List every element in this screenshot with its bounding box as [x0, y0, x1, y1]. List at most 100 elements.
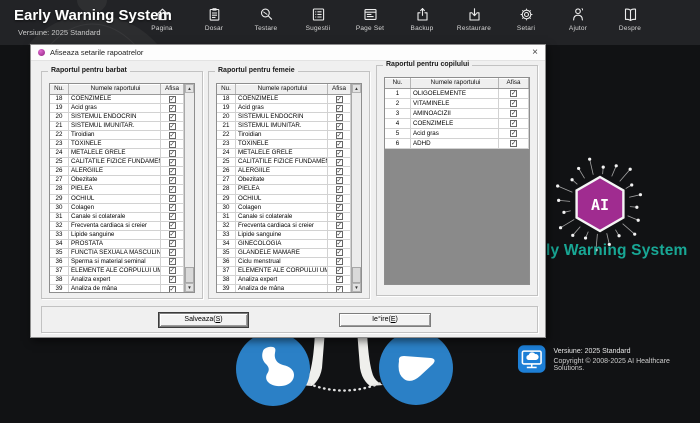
show-checkbox[interactable]: ✓ [336, 105, 343, 112]
show-checkbox[interactable]: ✓ [169, 105, 176, 112]
close-icon[interactable]: × [532, 48, 538, 58]
show-checkbox[interactable]: ✓ [336, 96, 343, 103]
dialog-titlebar[interactable]: Afiseaza setarile rapoatrelor × [31, 45, 545, 61]
show-checkbox[interactable]: ✓ [336, 186, 343, 193]
table-row[interactable]: 28PIELEA✓ [217, 185, 351, 194]
table-row[interactable]: 3AMINOACIZII✓ [385, 109, 529, 119]
toolbar-button-restaurare[interactable]: Restaurare [448, 6, 500, 32]
table-row[interactable]: 37ELEMENTE ALE CORPULUI UMAN✓ [217, 267, 351, 276]
show-checkbox[interactable]: ✓ [336, 123, 343, 130]
table-row[interactable]: 36Sperma si material seminal✓ [50, 258, 184, 267]
table-row[interactable]: 33Lipide sanguine✓ [217, 231, 351, 240]
table-row[interactable]: 27Obezitate✓ [50, 176, 184, 185]
save-button[interactable]: Salveaza(S) [159, 313, 248, 327]
table-row[interactable]: 29OCHIUL✓ [217, 195, 351, 204]
table-row[interactable]: 5Acid gras✓ [385, 129, 529, 139]
show-checkbox[interactable]: ✓ [336, 258, 343, 265]
table-row[interactable]: 23TOXINELE✓ [217, 140, 351, 149]
show-checkbox[interactable]: ✓ [510, 130, 517, 137]
show-checkbox[interactable]: ✓ [510, 140, 517, 147]
scroll-up-icon[interactable]: ▲ [352, 84, 361, 93]
table-row[interactable]: 39Analiza de mâna✓ [50, 285, 184, 292]
show-checkbox[interactable]: ✓ [169, 231, 176, 238]
show-checkbox[interactable]: ✓ [510, 100, 517, 107]
table-row[interactable]: 19Acid gras✓ [217, 104, 351, 113]
show-checkbox[interactable]: ✓ [169, 213, 176, 220]
toolbar-button-sugestii[interactable]: Sugestii [292, 6, 344, 32]
vertical-scrollbar[interactable]: ▲ ▼ [184, 84, 194, 292]
table-row[interactable]: 30Colagen✓ [217, 204, 351, 213]
show-checkbox[interactable]: ✓ [169, 267, 176, 274]
table-row[interactable]: 23TOXINELE✓ [50, 140, 184, 149]
table-row[interactable]: 38Analiza expert✓ [217, 276, 351, 285]
toolbar-button-ajutor[interactable]: Ajutor [552, 6, 604, 32]
show-checkbox[interactable]: ✓ [169, 123, 176, 130]
show-checkbox[interactable]: ✓ [336, 195, 343, 202]
show-checkbox[interactable]: ✓ [169, 222, 176, 229]
table-row[interactable]: 22Tiroidian✓ [217, 131, 351, 140]
show-checkbox[interactable]: ✓ [336, 204, 343, 211]
show-checkbox[interactable]: ✓ [169, 132, 176, 139]
show-checkbox[interactable]: ✓ [336, 168, 343, 175]
table-row[interactable]: 21SISTEMUL IMUNITAR.✓ [217, 122, 351, 131]
show-checkbox[interactable]: ✓ [169, 186, 176, 193]
show-checkbox[interactable]: ✓ [169, 141, 176, 148]
toolbar-button-pagina[interactable]: Pagina [136, 6, 188, 32]
show-checkbox[interactable]: ✓ [336, 240, 343, 247]
vertical-scrollbar[interactable]: ▲ ▼ [351, 84, 361, 292]
show-checkbox[interactable]: ✓ [169, 168, 176, 175]
toolbar-button-setari[interactable]: Setari [500, 6, 552, 32]
table-row[interactable]: 29OCHIUL✓ [50, 195, 184, 204]
table-row[interactable]: 32Frecventa cardiaca si creier✓ [50, 222, 184, 231]
show-checkbox[interactable]: ✓ [336, 159, 343, 166]
show-checkbox[interactable]: ✓ [169, 159, 176, 166]
toolbar-button-backup[interactable]: Backup [396, 6, 448, 32]
table-row[interactable]: 4COENZIMELE✓ [385, 119, 529, 129]
table-row[interactable]: 33Lipide sanguine✓ [50, 231, 184, 240]
show-checkbox[interactable]: ✓ [336, 222, 343, 229]
show-checkbox[interactable]: ✓ [169, 195, 176, 202]
toolbar-button-pageset[interactable]: Page Set [344, 6, 396, 32]
table-row[interactable]: 21SISTEMUL IMUNITAR.✓ [50, 122, 184, 131]
show-checkbox[interactable]: ✓ [336, 141, 343, 148]
table-row[interactable]: 25CALITATILE FIZICE FUNDAMENT✓ [217, 158, 351, 167]
table-row[interactable]: 39Analiza de mâna✓ [217, 285, 351, 292]
table-row[interactable]: 37ELEMENTE ALE CORPULUI UMAN✓ [50, 267, 184, 276]
show-checkbox[interactable]: ✓ [169, 150, 176, 157]
scroll-up-icon[interactable]: ▲ [185, 84, 194, 93]
show-checkbox[interactable]: ✓ [336, 177, 343, 184]
table-row[interactable]: 20SISTEMUL ENDOCRIN✓ [217, 113, 351, 122]
show-checkbox[interactable]: ✓ [169, 276, 176, 283]
table-row[interactable]: 22Tiroidian✓ [50, 131, 184, 140]
show-checkbox[interactable]: ✓ [336, 276, 343, 283]
table-row[interactable]: 1OLIGOELEMENTE✓ [385, 89, 529, 99]
show-checkbox[interactable]: ✓ [169, 240, 176, 247]
table-row[interactable]: 34GINECOLOGIA✓ [217, 240, 351, 249]
toolbar-button-despre[interactable]: Despre [604, 6, 656, 32]
table-row[interactable]: 20SISTEMUL ENDOCRIN✓ [50, 113, 184, 122]
show-checkbox[interactable]: ✓ [169, 96, 176, 103]
table-row[interactable]: 27Obezitate✓ [217, 176, 351, 185]
show-checkbox[interactable]: ✓ [336, 213, 343, 220]
show-checkbox[interactable]: ✓ [510, 110, 517, 117]
scroll-down-icon[interactable]: ▼ [185, 283, 194, 292]
table-row[interactable]: 28PIELEA✓ [50, 185, 184, 194]
table-row[interactable]: 2VITAMINELE✓ [385, 99, 529, 109]
table-row[interactable]: 24METALELE GRELE✓ [50, 149, 184, 158]
table-row[interactable]: 19Acid gras✓ [50, 104, 184, 113]
show-checkbox[interactable]: ✓ [169, 114, 176, 121]
show-checkbox[interactable]: ✓ [169, 258, 176, 265]
toolbar-button-dosar[interactable]: Dosar [188, 6, 240, 32]
show-checkbox[interactable]: ✓ [169, 249, 176, 256]
scroll-down-icon[interactable]: ▼ [352, 283, 361, 292]
table-row[interactable]: 31Canale si colaterale✓ [217, 213, 351, 222]
table-row[interactable]: 31Canale si colaterale✓ [50, 213, 184, 222]
show-checkbox[interactable]: ✓ [336, 150, 343, 157]
show-checkbox[interactable]: ✓ [336, 114, 343, 121]
show-checkbox[interactable]: ✓ [336, 231, 343, 238]
table-row[interactable]: 24METALELE GRELE✓ [217, 149, 351, 158]
show-checkbox[interactable]: ✓ [169, 286, 176, 293]
table-row[interactable]: 26ALERGIILE✓ [50, 167, 184, 176]
table-row[interactable]: 18COENZIMELE✓ [217, 95, 351, 104]
table-row[interactable]: 18COENZIMELE✓ [50, 95, 184, 104]
